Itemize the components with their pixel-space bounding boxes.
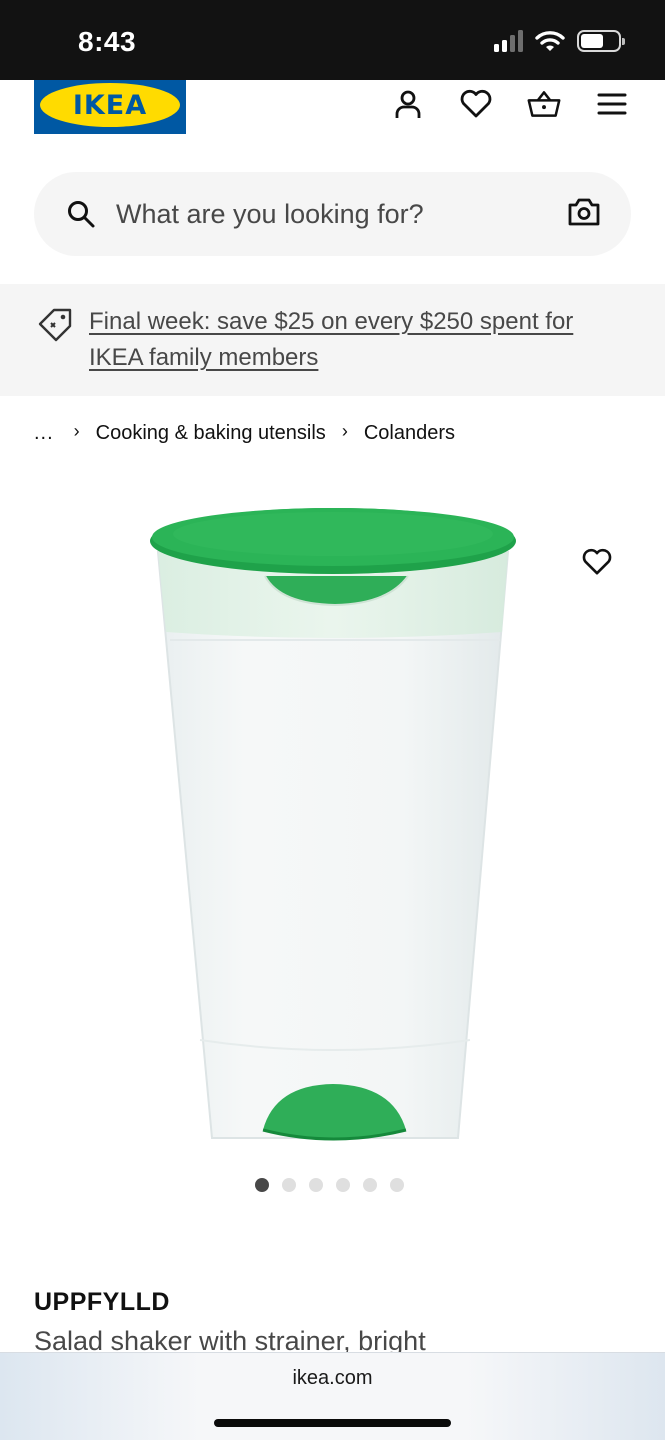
logo-text: IKEA: [72, 89, 148, 121]
carousel-dot[interactable]: [255, 1178, 269, 1192]
product-image[interactable]: [0, 470, 665, 1170]
wifi-icon: [535, 31, 565, 51]
breadcrumb: ... › Cooking & baking utensils › Coland…: [34, 421, 455, 445]
heart-icon: [582, 548, 612, 575]
tag-icon: [36, 306, 74, 349]
carousel-dot[interactable]: [390, 1178, 404, 1192]
status-icons: [494, 30, 625, 52]
status-time: 8:43: [78, 26, 137, 57]
ikea-logo[interactable]: IKEA: [34, 80, 186, 134]
heart-icon[interactable]: [459, 87, 493, 121]
browser-address-bar[interactable]: ikea.com: [0, 1352, 665, 1440]
battery-icon: [577, 30, 625, 52]
breadcrumb-item-cooking[interactable]: Cooking & baking utensils: [96, 422, 326, 445]
basket-icon[interactable]: [527, 87, 561, 121]
add-to-favorites-button[interactable]: [578, 544, 616, 580]
chevron-right-icon: ›: [341, 421, 348, 441]
image-carousel-dots[interactable]: [0, 1178, 662, 1192]
menu-icon[interactable]: [595, 87, 629, 121]
url-text[interactable]: ikea.com: [0, 1367, 665, 1390]
search-bar[interactable]: What are you looking for?: [34, 172, 631, 256]
carousel-dot[interactable]: [363, 1178, 377, 1192]
header-actions: [391, 87, 629, 121]
profile-icon[interactable]: [391, 87, 425, 121]
carousel-dot[interactable]: [336, 1178, 350, 1192]
status-bar: 8:43: [0, 0, 665, 80]
camera-icon[interactable]: [567, 197, 601, 232]
carousel-dot[interactable]: [282, 1178, 296, 1192]
home-indicator[interactable]: [214, 1419, 451, 1427]
breadcrumb-ellipsis[interactable]: ...: [34, 422, 54, 445]
promo-link[interactable]: Final week: save $25 on every $250 spent…: [89, 304, 629, 376]
search-icon: [66, 199, 96, 234]
product-name: UPPFYLLD: [34, 1288, 170, 1316]
promo-banner: Final week: save $25 on every $250 spent…: [0, 284, 665, 396]
site-header: IKEA: [0, 80, 665, 150]
cellular-signal-icon: [494, 30, 523, 52]
chevron-right-icon: ›: [73, 421, 80, 441]
carousel-dot[interactable]: [309, 1178, 323, 1192]
breadcrumb-item-colanders[interactable]: Colanders: [364, 422, 455, 445]
search-input[interactable]: What are you looking for?: [116, 199, 424, 230]
